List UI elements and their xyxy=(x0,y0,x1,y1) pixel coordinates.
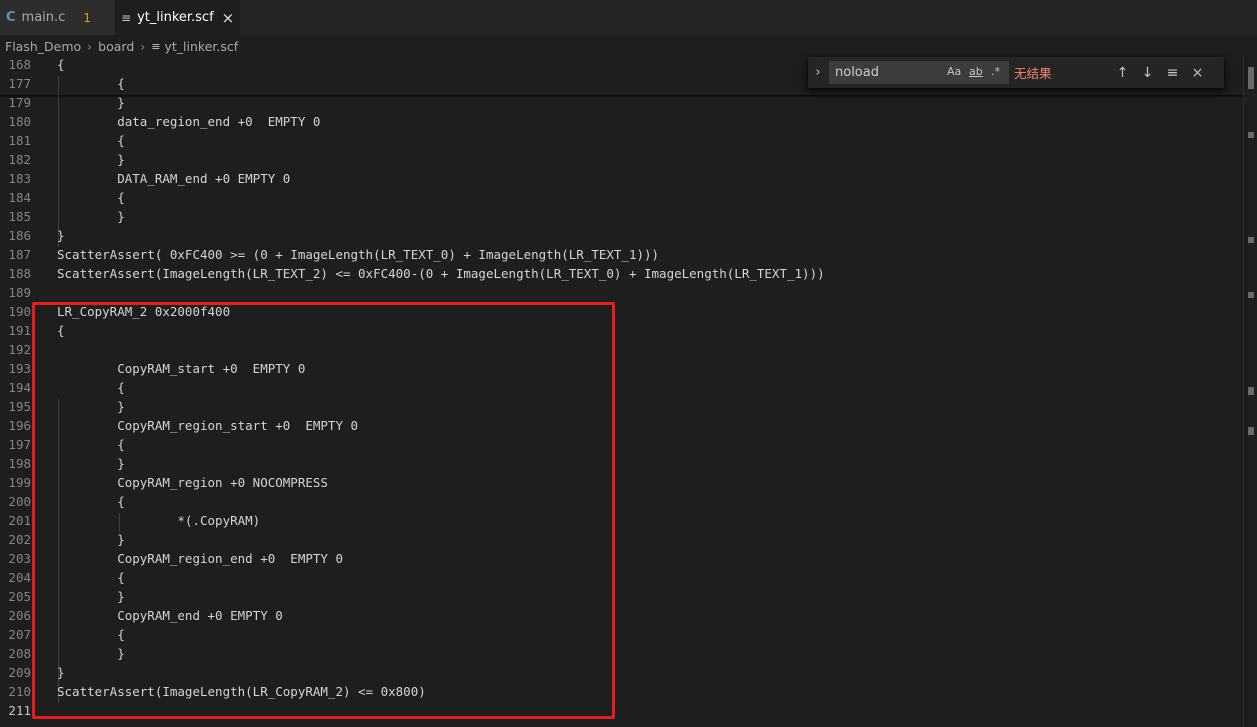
line-number: 179 xyxy=(8,95,31,110)
code-text: } xyxy=(57,152,125,167)
line-number: 202 xyxy=(8,532,31,547)
tab-yt-linker-scf[interactable]: ≡ yt_linker.scf × xyxy=(115,0,241,35)
line-number: 182 xyxy=(8,152,31,167)
regex-icon[interactable]: .* xyxy=(991,65,1000,78)
find-in-selection-icon[interactable]: ≡ xyxy=(1160,65,1185,81)
line-number: 186 xyxy=(8,228,31,243)
breadcrumb-item-board[interactable]: board xyxy=(98,39,134,54)
line-number: 201 xyxy=(8,513,31,528)
code-text: { xyxy=(57,190,125,205)
find-query: noload xyxy=(835,65,879,80)
line-number: 205 xyxy=(8,589,31,604)
line-number: 208 xyxy=(8,646,31,661)
code-text: } xyxy=(57,95,125,110)
code-line[interactable]: 188 ScatterAssert(ImageLength(LR_TEXT_2) … xyxy=(0,264,1243,283)
chevron-right-icon: › xyxy=(140,38,146,54)
line-number: 196 xyxy=(8,418,31,433)
whole-word-icon[interactable]: ab xyxy=(969,65,983,78)
close-icon[interactable]: × xyxy=(1185,65,1210,81)
breadcrumb-item-file[interactable]: yt_linker.scf xyxy=(164,39,238,54)
code-text: { xyxy=(57,57,65,72)
line-number: 190 xyxy=(8,304,31,319)
line-number: 192 xyxy=(8,342,31,357)
code-text: ScatterAssert(ImageLength(LR_TEXT_2) <= … xyxy=(57,266,825,281)
chevron-right-icon: › xyxy=(87,38,93,54)
code-line[interactable]: 179 } xyxy=(0,93,1243,112)
line-number: 180 xyxy=(8,114,31,129)
code-line[interactable]: 186} xyxy=(0,226,1243,245)
line-number: 189 xyxy=(8,285,31,300)
line-number: 193 xyxy=(8,361,31,376)
code-text: ScatterAssert( 0xFC400 >= (0 + ImageLeng… xyxy=(57,247,660,262)
line-number: 191 xyxy=(8,323,31,338)
line-number: 168 xyxy=(8,57,31,72)
tab-label: yt_linker.scf xyxy=(137,10,214,25)
arrow-down-icon[interactable]: ↓ xyxy=(1135,65,1160,81)
arrow-up-icon[interactable]: ↑ xyxy=(1110,65,1135,81)
line-number: 209 xyxy=(8,665,31,680)
code-text: { xyxy=(57,133,125,148)
c-file-icon: C xyxy=(6,10,16,25)
tab-main-c[interactable]: C main.c 1 xyxy=(0,0,115,35)
line-number: 198 xyxy=(8,456,31,471)
code-line[interactable]: 180 data_region_end +0 EMPTY 0 xyxy=(0,112,1243,131)
line-number: 207 xyxy=(8,627,31,642)
code-text: DATA_RAM_end +0 EMPTY 0 xyxy=(57,171,291,186)
line-number: 195 xyxy=(8,399,31,414)
code-line[interactable]: 185 } xyxy=(0,207,1243,226)
minimap-block xyxy=(1248,292,1254,298)
code-line[interactable]: 187 ScatterAssert( 0xFC400 >= (0 + ImageL… xyxy=(0,245,1243,264)
code-text: } xyxy=(57,228,65,243)
breadcrumb-item-flash-demo[interactable]: Flash_Demo xyxy=(5,39,81,54)
code-line[interactable]: 181 { xyxy=(0,131,1243,150)
line-number: 200 xyxy=(8,494,31,509)
line-number: 177 xyxy=(8,76,31,91)
code-line[interactable]: 189 xyxy=(0,283,1243,302)
line-number: 183 xyxy=(8,171,31,186)
minimap-block xyxy=(1248,67,1254,89)
line-number: 199 xyxy=(8,475,31,490)
line-number: 188 xyxy=(8,266,31,281)
line-number: 211 xyxy=(8,703,31,718)
match-case-icon[interactable]: Aa xyxy=(947,65,961,78)
line-number: 197 xyxy=(8,437,31,452)
minimap-block xyxy=(1248,132,1254,138)
minimap-block xyxy=(1248,387,1254,395)
code-line[interactable]: 183 DATA_RAM_end +0 EMPTY 0 xyxy=(0,169,1243,188)
line-number: 187 xyxy=(8,247,31,262)
tab-label: main.c xyxy=(21,10,66,25)
tab-bar: C main.c 1 ≡ yt_linker.scf × xyxy=(0,0,1257,35)
line-number: 206 xyxy=(8,608,31,623)
line-number: 184 xyxy=(8,190,31,205)
toggle-replace-icon[interactable]: › xyxy=(808,65,828,80)
breadcrumb: Flash_Demo › board › ≡ yt_linker.scf xyxy=(0,35,1257,57)
problems-badge: 1 xyxy=(83,10,91,25)
close-icon[interactable]: × xyxy=(222,9,235,27)
line-number: 203 xyxy=(8,551,31,566)
code-text: data_region_end +0 EMPTY 0 xyxy=(57,114,321,129)
find-result-status: 无结果 xyxy=(1014,66,1052,81)
code-line[interactable]: 182 } xyxy=(0,150,1243,169)
find-input[interactable]: noload Aa ab .* xyxy=(829,61,1009,84)
find-widget: › noload Aa ab .* 无结果 ↑ ↓ ≡ × xyxy=(808,57,1224,88)
line-number: 181 xyxy=(8,133,31,148)
file-text-icon: ≡ xyxy=(151,39,161,53)
line-number: 194 xyxy=(8,380,31,395)
line-number: 185 xyxy=(8,209,31,224)
file-text-icon: ≡ xyxy=(121,10,132,25)
minimap-block xyxy=(1248,237,1254,243)
line-number: 204 xyxy=(8,570,31,585)
code-line[interactable]: 184 { xyxy=(0,188,1243,207)
minimap[interactable] xyxy=(1243,57,1257,727)
line-number: 210 xyxy=(8,684,31,699)
minimap-block xyxy=(1248,427,1254,435)
code-text: { xyxy=(57,76,125,91)
code-text: } xyxy=(57,209,125,224)
highlight-box xyxy=(32,302,615,719)
